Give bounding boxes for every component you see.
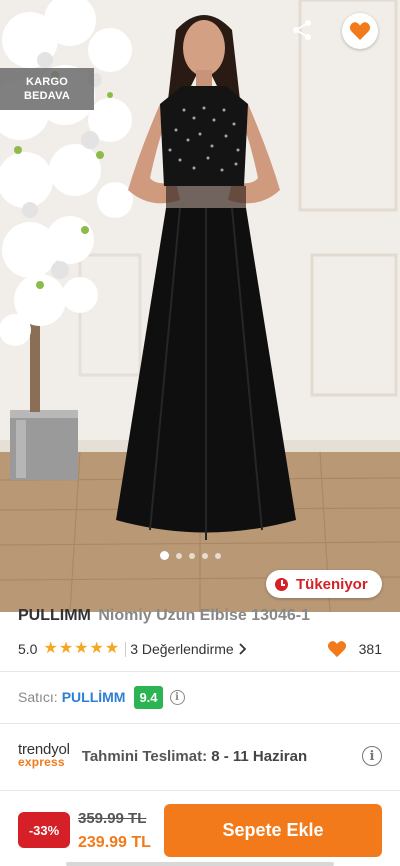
star-icon: ★: [89, 640, 104, 657]
rating-row: 5.0 ★ ★ ★ ★ ★ 3 Değerlendirme 381: [18, 639, 382, 659]
reviews-count: 3 Değerlendirme: [130, 641, 234, 657]
delivery-row[interactable]: trendyol express Tahmini Teslimat: 8 - 1…: [18, 738, 382, 774]
product-image-gallery[interactable]: KARGO BEDAVA Tükeniyor: [0, 0, 400, 612]
divider: [125, 641, 127, 657]
brand-name[interactable]: PULLIMM: [18, 607, 91, 624]
share-button[interactable]: [284, 12, 320, 48]
add-to-cart-button[interactable]: Sepete Ekle: [164, 804, 382, 857]
home-indicator: [66, 862, 334, 866]
heart-icon: [327, 641, 346, 658]
heart-icon: [349, 22, 371, 40]
logo-text-bottom: express: [18, 755, 65, 769]
star-icon: ★: [43, 640, 58, 657]
chevron-right-icon: [239, 643, 246, 655]
old-price: 359.99 TL: [78, 810, 147, 827]
discount-badge: -33%: [18, 812, 70, 848]
reviews-link[interactable]: 3 Değerlendirme: [130, 641, 246, 657]
rating-stars: ★ ★ ★ ★ ★: [43, 641, 119, 657]
rating-score: 5.0: [18, 641, 38, 657]
pagination-dot[interactable]: [176, 552, 182, 559]
info-icon[interactable]: i: [362, 746, 382, 766]
share-icon: [293, 20, 311, 40]
seller-name[interactable]: PULLİMM: [62, 689, 126, 705]
clock-icon: [275, 577, 288, 591]
image-pagination[interactable]: [160, 551, 221, 560]
star-icon: ★: [104, 640, 120, 657]
pagination-dot[interactable]: [202, 552, 208, 559]
pagination-dot[interactable]: [189, 552, 195, 559]
trendyol-express-logo: trendyol express: [18, 742, 70, 769]
favorites-number: 381: [358, 641, 382, 657]
divider: [0, 723, 400, 724]
favorite-button[interactable]: [342, 13, 378, 49]
seller-label: Satıcı:: [18, 689, 58, 705]
low-stock-label: Tükeniyor: [296, 575, 368, 593]
current-price: 239.99 TL: [78, 834, 151, 851]
estimated-delivery: Tahmini Teslimat: 8 - 11 Haziran: [82, 748, 307, 765]
low-stock-badge: Tükeniyor: [266, 570, 382, 598]
seller-row[interactable]: Satıcı: PULLİMM 9.4 i: [18, 684, 185, 710]
seller-score-badge: 9.4: [134, 685, 163, 709]
product-title: PULLIMM Niomiy Uzun Elbise 13046-1: [18, 607, 310, 625]
back-button[interactable]: [16, 12, 52, 48]
star-icon: ★: [58, 640, 74, 657]
divider: [0, 671, 400, 672]
free-shipping-line1: KARGO: [26, 76, 68, 88]
pagination-dot[interactable]: [160, 551, 169, 560]
product-name: Niomiy Uzun Elbise 13046-1: [98, 607, 310, 624]
arrow-left-icon: [24, 21, 45, 39]
free-shipping-badge: KARGO BEDAVA: [0, 68, 94, 110]
delivery-label: Tahmini Teslimat:: [81, 747, 208, 765]
free-shipping-line2: BEDAVA: [23, 90, 71, 102]
bottom-purchase-bar: -33% 359.99 TL 239.99 TL Sepete Ekle: [0, 790, 400, 866]
info-icon[interactable]: i: [169, 689, 185, 705]
delivery-date: 8 - 11 Haziran: [211, 747, 308, 765]
favorites-count[interactable]: 381: [327, 640, 382, 658]
pagination-dot[interactable]: [215, 552, 221, 559]
star-icon: ★: [74, 640, 89, 657]
